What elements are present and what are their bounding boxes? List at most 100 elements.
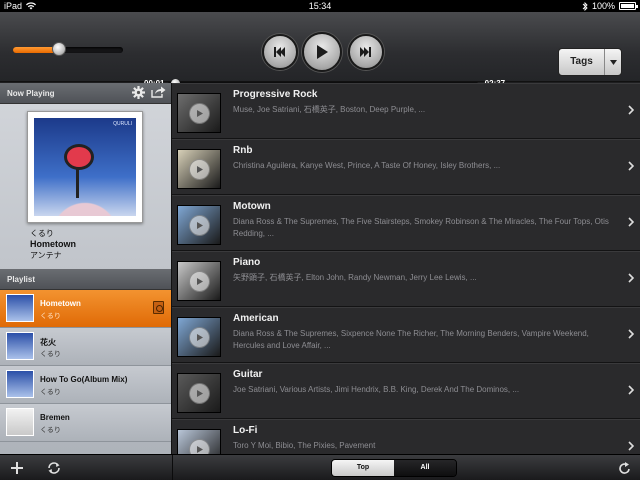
playlist-item[interactable]: Hometown くるり: [0, 290, 171, 328]
playlist-item[interactable]: How To Go(Album Mix) くるり: [0, 366, 171, 404]
playlist-item[interactable]: 花火 くるり: [0, 328, 171, 366]
play-circle-icon: [189, 103, 210, 124]
flower-graphic: [64, 144, 94, 170]
tag-row[interactable]: Guitar Joe Satriani, Various Artists, Ji…: [172, 363, 640, 419]
bottom-bar: Top All: [0, 454, 640, 480]
chevron-right-icon: [628, 161, 634, 171]
playlist-item-artist: くるり: [40, 389, 61, 396]
tag-name: Piano: [233, 257, 261, 268]
tag-artists: 矢野顕子, 石橋英子, Elton John, Randy Newman, Je…: [233, 273, 477, 282]
now-playing-title: Hometown: [30, 239, 76, 249]
tag-row[interactable]: Rnb Christina Aguilera, Kanye West, Prin…: [172, 139, 640, 195]
volume-slider[interactable]: [13, 42, 123, 56]
tag-artists: Toro Y Moi, Bibio, The Pixies, Pavement: [233, 441, 376, 450]
tag-name: American: [233, 313, 279, 324]
tag-artists: Diana Ross & The Supremes, Sixpence None…: [233, 329, 589, 350]
playlist-item-name: Hometown: [40, 299, 81, 308]
playlist-thumbnail: [6, 332, 34, 360]
tag-list: Progressive Rock Muse, Joe Satriani, 石橋英…: [172, 83, 640, 454]
chevron-right-icon: [628, 217, 634, 227]
status-bar: iPad 15:34 100%: [0, 0, 640, 12]
flower-stem-graphic: [76, 168, 79, 198]
tag-row[interactable]: Piano 矢野顕子, 石橋英子, Elton John, Randy Newm…: [172, 251, 640, 307]
segment-all[interactable]: All: [394, 460, 456, 476]
tag-row[interactable]: American Diana Ross & The Supremes, Sixp…: [172, 307, 640, 363]
tag-thumbnail[interactable]: [177, 317, 221, 357]
tag-row[interactable]: Motown Diana Ross & The Supremes, The Fi…: [172, 195, 640, 251]
band-logo: QURULI: [113, 121, 132, 127]
tags-dropdown-button[interactable]: Tags: [558, 48, 622, 76]
play-circle-icon: [189, 215, 210, 236]
chevron-right-icon: [628, 105, 634, 115]
shuffle-refresh-button[interactable]: [46, 460, 62, 476]
tags-button-label: Tags: [559, 49, 605, 75]
play-circle-icon: [189, 383, 210, 404]
tag-name: Lo-Fi: [233, 425, 258, 436]
playlist-item-name: How To Go(Album Mix): [40, 375, 128, 384]
next-track-icon: [360, 47, 371, 57]
tag-thumbnail[interactable]: [177, 93, 221, 133]
play-icon: [317, 45, 328, 59]
battery-percent: 100%: [591, 1, 615, 11]
chevron-right-icon: [628, 385, 634, 395]
tag-artists: Diana Ross & The Supremes, The Five Stai…: [233, 217, 609, 238]
add-button[interactable]: [9, 460, 25, 476]
chevron-right-icon: [628, 441, 634, 451]
playlist-thumbnail: [6, 294, 34, 322]
play-circle-icon: [189, 327, 210, 348]
playlist-item-artist: くるり: [40, 427, 61, 434]
tag-thumbnail[interactable]: [177, 205, 221, 245]
chevron-right-icon: [628, 329, 634, 339]
tag-row[interactable]: Progressive Rock Muse, Joe Satriani, 石橋英…: [172, 83, 640, 139]
speaker-icon: [153, 301, 164, 314]
bluetooth-icon: [582, 1, 588, 11]
volume-fill: [13, 47, 57, 53]
playlist-heading: Playlist: [7, 275, 36, 284]
tag-name: Guitar: [233, 369, 263, 380]
chevron-right-icon: [628, 273, 634, 283]
now-playing-panel: QURULI くるり Hometown アンテナ: [0, 104, 171, 269]
now-playing-album: アンテナ: [30, 251, 62, 260]
bottom-divider: [172, 455, 173, 480]
plus-icon: [11, 462, 23, 474]
sync-icon: [48, 462, 60, 474]
now-playing-heading: Now Playing: [7, 89, 55, 98]
play-button[interactable]: [302, 32, 342, 72]
playlist-thumbnail: [6, 370, 34, 398]
tag-row[interactable]: Lo-Fi Toro Y Moi, Bibio, The Pixies, Pav…: [172, 419, 640, 454]
tag-thumbnail[interactable]: [177, 429, 221, 454]
tag-thumbnail[interactable]: [177, 261, 221, 301]
gear-icon[interactable]: [132, 86, 145, 99]
player-toolbar: 00:01 -02:37 Tags: [0, 12, 640, 88]
tag-name: Rnb: [233, 145, 253, 156]
sidebar: Now Playing QURULI くるり Hometown アンテナ Pla…: [0, 83, 172, 454]
playlist-item-name: Bremen: [40, 413, 70, 422]
tag-thumbnail[interactable]: [177, 149, 221, 189]
app-window: iPad 15:34 100% 00:01 -02:37 T: [0, 0, 640, 480]
playlist-item-artist: くるり: [40, 351, 61, 358]
tag-name: Progressive Rock: [233, 89, 318, 100]
previous-button[interactable]: [262, 34, 298, 70]
tag-artists: Muse, Joe Satriani, 石橋英子, Boston, Deep P…: [233, 105, 426, 114]
status-time: 15:34: [308, 1, 332, 11]
volume-knob[interactable]: [52, 42, 66, 56]
play-circle-icon: [189, 271, 210, 292]
tag-thumbnail[interactable]: [177, 373, 221, 413]
refresh-button[interactable]: [616, 460, 632, 476]
segment-top[interactable]: Top: [332, 460, 394, 476]
tag-artists: Joe Satriani, Various Artists, Jimi Hend…: [233, 385, 520, 394]
refresh-icon: [618, 461, 630, 474]
top-all-segmented-control: Top All: [331, 459, 457, 477]
share-icon[interactable]: [151, 86, 166, 98]
playlist-item-name: 花火: [40, 338, 56, 347]
playlist-item-artist: くるり: [40, 313, 61, 320]
next-button[interactable]: [348, 34, 384, 70]
dropdown-arrow-icon: [605, 49, 621, 75]
now-playing-artist: くるり: [30, 229, 54, 238]
playlist-item[interactable]: Bremen くるり: [0, 404, 171, 442]
play-circle-icon: [189, 159, 210, 180]
play-circle-icon: [189, 439, 210, 454]
album-cover[interactable]: QURULI: [27, 111, 143, 223]
now-playing-header: Now Playing: [0, 83, 171, 104]
previous-track-icon: [274, 47, 285, 57]
